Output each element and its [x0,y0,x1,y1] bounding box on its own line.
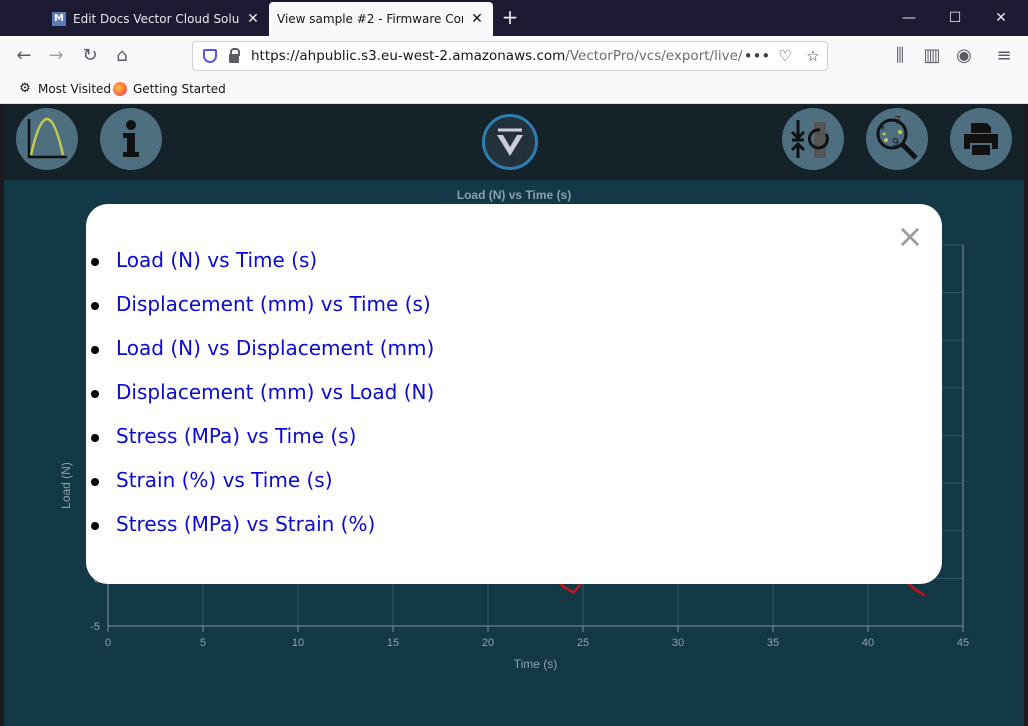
new-tab-button[interactable]: + [498,6,522,30]
url-text[interactable]: https://ahpublic.s3.eu-west-2.amazonaws.… [251,48,743,64]
chart-option-link[interactable]: Strain (%) vs Time (s) [116,468,333,492]
bookmark-label: Getting Started [133,82,226,96]
list-item: Stress (MPa) vs Strain (%) [90,512,434,556]
info-icon [123,120,139,157]
bookmark-star-icon[interactable]: ☆ [799,47,827,65]
x-tick-label: 0 [105,637,111,649]
x-tick-label: 30 [672,637,684,649]
search-samples-icon: 4 7 9 [876,114,918,160]
list-item: Strain (%) vs Time (s) [90,468,434,512]
x-tick-label: 5 [200,637,206,649]
pocket-icon[interactable]: ♡ [771,47,799,65]
list-item: Displacement (mm) vs Time (s) [90,292,434,336]
sample-search-button[interactable]: 4 7 9 [866,108,928,170]
list-item: Load (N) vs Time (s) [90,248,434,292]
svg-text:4: 4 [878,120,885,133]
info-button[interactable] [100,108,162,170]
print-button[interactable] [950,108,1012,170]
reload-button[interactable]: ↻ [76,42,104,70]
y-axis-label: Load (N) [59,462,73,509]
browser-tab[interactable]: M Edit Docs Vector Cloud Solution ✕ [44,2,269,36]
minimize-button[interactable]: — [886,6,932,30]
list-item: Load (N) vs Displacement (mm) [90,336,434,380]
account-icon[interactable]: ◉ [950,42,978,70]
close-tab-icon[interactable]: ✕ [469,11,485,27]
compare-button[interactable] [782,108,844,170]
sidebar-icon[interactable]: ▥ [918,42,946,70]
browser-tab-active[interactable]: View sample #2 - Firmware Compat ✕ [269,2,493,36]
lock-icon[interactable] [229,47,240,63]
x-tick-label: 45 [957,637,969,649]
chart-option-link[interactable]: Stress (MPa) vs Strain (%) [116,512,375,536]
x-tick-label: 40 [862,637,874,649]
back-button[interactable]: ← [10,42,38,70]
chart-option-link[interactable]: Load (N) vs Displacement (mm) [116,336,434,360]
gear-icon: ⚙ [19,81,31,96]
chart-type-button[interactable] [16,108,78,170]
svg-text:9: 9 [892,136,899,149]
home-button[interactable]: ⌂ [108,42,136,70]
svg-text:7: 7 [894,114,901,127]
bookmark-most-visited[interactable]: ⚙ Most Visited [18,81,112,97]
x-tick-label: 35 [767,637,779,649]
x-tick-label: 25 [577,637,589,649]
x-tick-label: 20 [482,637,494,649]
list-item: Stress (MPa) vs Time (s) [90,424,434,468]
forward-button[interactable]: → [42,42,70,70]
url-path: /VectorPro/vcs/export/live/view.ht [565,48,743,64]
compare-icon [790,120,829,158]
browser-nav-bar: ← → ↻ ⌂ https://ahpublic.s3.eu-west-2.am… [0,36,1028,76]
x-tick-label: 10 [292,637,304,649]
print-icon [964,123,998,155]
page-actions-icon[interactable]: ••• [743,47,771,65]
firefox-icon [113,82,127,96]
x-axis-label: Time (s) [514,657,558,671]
close-icon[interactable]: × [896,220,924,252]
app-header: 4 7 9 [4,104,1024,180]
bookmark-label: Most Visited [38,82,112,96]
vector-logo [482,114,538,170]
browser-tab-bar: M Edit Docs Vector Cloud Solution ✕ View… [0,0,1028,36]
chart-option-link[interactable]: Displacement (mm) vs Time (s) [116,292,431,316]
chart-option-link[interactable]: Displacement (mm) vs Load (N) [116,380,434,404]
maximize-button[interactable]: ☐ [932,6,978,30]
list-item: Displacement (mm) vs Load (N) [90,380,434,424]
chart-option-link[interactable]: Stress (MPa) vs Time (s) [116,424,356,448]
vector-logo-icon [497,128,523,156]
chart-options-list: Load (N) vs Time (s) Displacement (mm) v… [90,248,434,556]
url-host: https://ahpublic.s3.eu-west-2.amazonaws.… [251,48,566,64]
bookmarks-toolbar: ⚙ Most Visited Getting Started [0,76,1028,104]
tab-title: Edit Docs Vector Cloud Solution [73,12,239,26]
tab-favicon-icon: M [52,12,66,26]
library-icon[interactable]: ⫼ [886,42,914,70]
x-tick-label: 15 [387,637,399,649]
close-window-button[interactable]: ✕ [978,6,1024,30]
url-bar[interactable]: https://ahpublic.s3.eu-west-2.amazonaws.… [192,41,828,71]
y-tick-label: -5 [90,621,100,633]
tracking-shield-icon[interactable] [203,49,217,63]
chart-option-link[interactable]: Load (N) vs Time (s) [116,248,317,272]
close-tab-icon[interactable]: ✕ [245,11,261,27]
tab-title: View sample #2 - Firmware Compat [277,12,463,26]
chart-selection-modal: × Load (N) vs Time (s) Displacement (mm)… [86,204,942,584]
chart-icon [27,117,67,159]
bookmark-getting-started[interactable]: Getting Started [113,82,226,96]
menu-icon[interactable]: ≡ [990,42,1018,70]
